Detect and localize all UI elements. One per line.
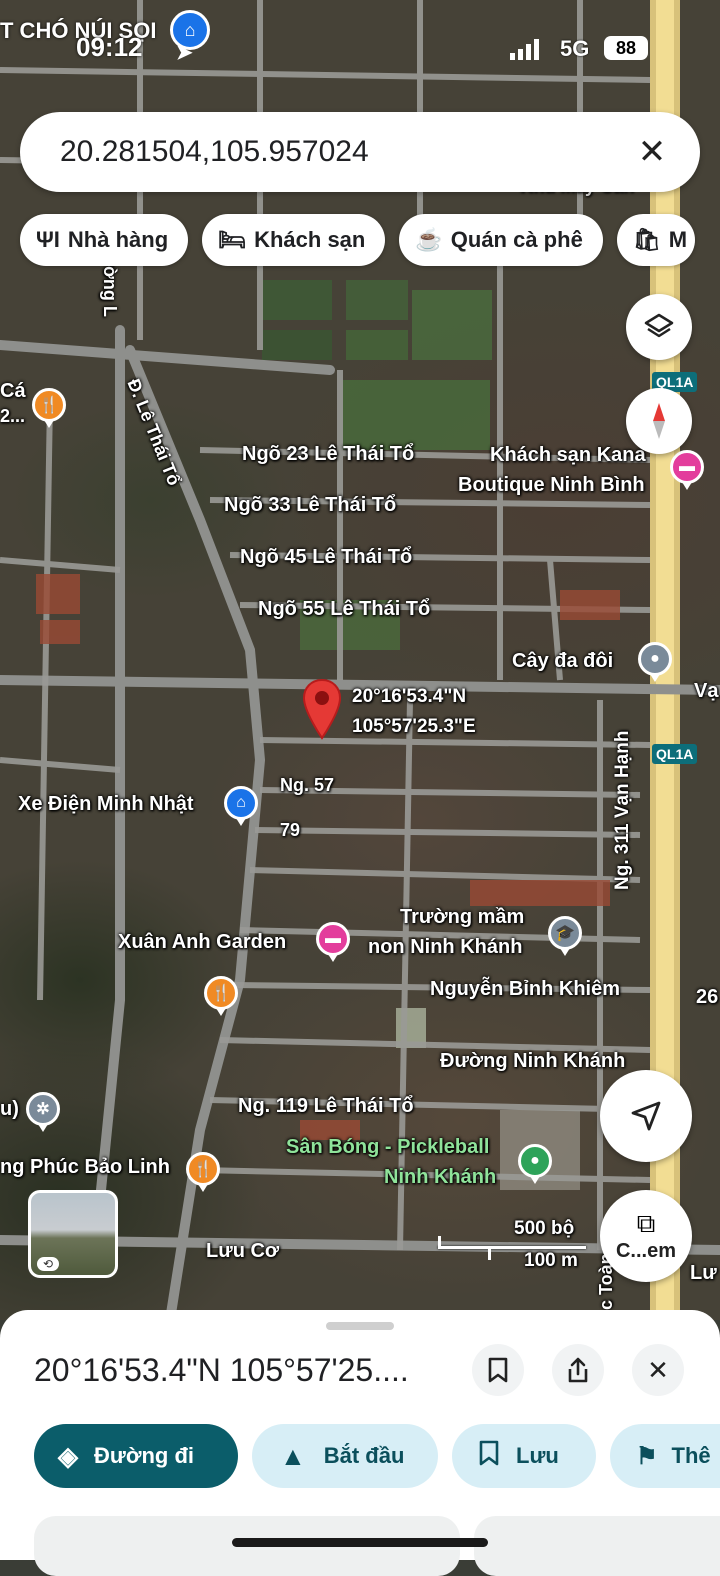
place-sheet[interactable]: 20°16'53.4"N 105°57'25.... ✕ ◈ Đường đi … xyxy=(0,1310,720,1576)
add-label-text: Thê xyxy=(671,1443,711,1468)
status-bar: T CHÓ NÚI SỌI ⌂ 09:12 ➤ 5G 88 xyxy=(0,10,720,64)
street-view-thumbnail[interactable]: ⟲ xyxy=(28,1190,118,1278)
restaurant-pin-icon[interactable]: 🍴 xyxy=(32,388,66,428)
restaurant-pin-icon[interactable]: 🍴 xyxy=(186,1152,220,1192)
bookmark-icon xyxy=(488,1357,508,1383)
share-icon xyxy=(568,1357,588,1383)
scale-top-label: 500 bộ xyxy=(514,1218,575,1239)
navigation-arrow-icon xyxy=(631,1101,661,1131)
highway-badge: QL1A xyxy=(652,744,698,764)
street-label: 79 xyxy=(280,820,301,840)
street-label: 26 xyxy=(696,986,719,1008)
directions-label: Đường đi xyxy=(94,1443,194,1468)
street-label: Nguyễn Bỉnh Khiêm xyxy=(430,978,621,1000)
temple-pin-icon[interactable]: ✲ xyxy=(26,1092,60,1132)
search-bar[interactable]: 20.281504,105.957024 ✕ xyxy=(20,112,700,192)
start-button[interactable]: ▲ Bắt đầu xyxy=(252,1424,438,1488)
restaurant-pin-icon[interactable]: 🍴 xyxy=(204,976,238,1016)
scale-bottom-label: 100 m xyxy=(524,1250,578,1271)
shop-pin-icon[interactable]: ⌂ xyxy=(224,786,258,826)
place-label[interactable]: non Ninh Khánh xyxy=(368,936,522,959)
shopping-icon: 🛍 xyxy=(632,227,661,252)
layers-button[interactable] xyxy=(626,294,692,360)
save-button[interactable] xyxy=(472,1344,524,1396)
directions-button[interactable]: ◈ Đường đi xyxy=(34,1424,238,1488)
flag-icon: ⚑ xyxy=(636,1442,658,1470)
category-chips: ΨΙ Nhà hàng 🛏 Khách sạn ☕ Quán cà phê 🛍 … xyxy=(20,214,696,266)
sheet-drag-handle[interactable] xyxy=(326,1322,394,1330)
street-label: Đường Ninh Khánh xyxy=(440,1050,626,1072)
camera-button[interactable]: ⧉ C...em xyxy=(600,1190,692,1282)
pin-latitude: 20°16'53.4"N xyxy=(352,686,467,707)
save-label: Lưu xyxy=(516,1443,559,1468)
place-label[interactable]: Khách sạn Kana xyxy=(490,444,646,467)
chip-restaurants[interactable]: ΨΙ Nhà hàng xyxy=(20,214,189,266)
my-location-button[interactable] xyxy=(600,1070,692,1162)
restaurant-icon: ΨΙ xyxy=(36,227,60,252)
street-label: Lư xyxy=(690,1262,717,1284)
school-pin-icon[interactable]: 🎓 xyxy=(548,916,582,956)
chip-label: Nhà hàng xyxy=(67,227,169,252)
coffee-icon: ☕ xyxy=(415,227,443,252)
place-label[interactable]: Sân Bóng - Pickleball xyxy=(286,1136,489,1159)
layers-icon xyxy=(644,313,674,338)
place-label[interactable]: Xuân Anh Garden xyxy=(118,931,286,954)
hotel-pin-icon[interactable]: ▬ xyxy=(316,922,350,962)
map-scale: 500 bộ 100 m xyxy=(438,1218,588,1271)
chip-hotels[interactable]: 🛏 Khách sạn xyxy=(202,214,386,266)
chip-shopping[interactable]: 🛍 M xyxy=(616,214,696,266)
rotate-icon: ⟲ xyxy=(37,1257,59,1271)
place-title: 20°16'53.4"N 105°57'25.... xyxy=(34,1352,409,1388)
park-pin-icon[interactable]: ● xyxy=(518,1144,552,1184)
street-label: Ng. 119 Lê Thái Tổ xyxy=(238,1095,414,1117)
landmark-pin-icon[interactable]: ● xyxy=(638,642,672,682)
share-button[interactable] xyxy=(552,1344,604,1396)
close-icon[interactable]: ✕ xyxy=(632,132,672,172)
directions-icon: ◈ xyxy=(58,1440,78,1471)
navigation-arrow-icon: ▲ xyxy=(280,1440,306,1471)
close-icon[interactable]: ✕ xyxy=(632,1344,684,1396)
place-label[interactable]: Ninh Khánh xyxy=(384,1166,496,1189)
street-label: Ngõ 33 Lê Thái Tổ xyxy=(224,494,397,516)
bookmark-icon xyxy=(478,1440,500,1472)
signal-icon xyxy=(510,38,539,60)
compass-icon xyxy=(653,403,665,439)
street-label: Vạ xyxy=(694,680,719,702)
place-label: 2... xyxy=(0,406,26,426)
street-label: Ngõ 23 Lê Thái Tổ xyxy=(242,443,415,465)
pin-longitude: 105°57'25.3"E xyxy=(352,716,476,737)
save-place-button[interactable]: Lưu xyxy=(452,1424,596,1488)
street-label: Ng. 57 xyxy=(280,775,335,795)
compass-button[interactable] xyxy=(626,388,692,454)
chip-label: Khách sạn xyxy=(254,227,366,252)
place-label[interactable]: ng Phúc Bảo Linh xyxy=(0,1156,170,1179)
place-label[interactable]: Cá xyxy=(0,380,26,403)
place-label[interactable]: Trường mầm xyxy=(400,906,524,929)
network-label: 5G xyxy=(560,36,590,61)
status-time: 09:12 xyxy=(76,32,143,62)
location-pin-icon[interactable] xyxy=(302,678,342,740)
battery-icon: 88 xyxy=(604,36,648,60)
place-label[interactable]: Xe Điện Minh Nhật xyxy=(18,793,194,816)
hotel-icon: 🛏 xyxy=(218,227,247,252)
chip-label: Quán cà phê xyxy=(450,227,583,252)
search-input[interactable]: 20.281504,105.957024 xyxy=(60,135,632,169)
add-label-button[interactable]: ⚑ Thê xyxy=(610,1424,720,1488)
info-card[interactable] xyxy=(474,1516,720,1576)
location-arrow-icon: ➤ xyxy=(176,42,193,64)
place-label[interactable]: Boutique Ninh Bình xyxy=(458,474,645,497)
start-label: Bắt đầu xyxy=(323,1443,405,1468)
chip-coffee[interactable]: ☕ Quán cà phê xyxy=(399,214,603,266)
street-label: Ngõ 55 Lê Thái Tổ xyxy=(258,598,431,620)
hotel-pin-icon[interactable]: ▬ xyxy=(670,450,704,490)
place-label[interactable]: Cây đa đôi xyxy=(512,650,613,673)
home-indicator xyxy=(232,1538,488,1547)
street-label: Lưu Cơ xyxy=(206,1240,280,1262)
camera-icon: ⧉ xyxy=(636,1207,656,1238)
street-label: Ngõ 45 Lê Thái Tổ xyxy=(240,546,413,568)
camera-label: C...em xyxy=(615,1239,677,1262)
street-label: Ng. 311 Vạn Hạnh xyxy=(612,730,633,890)
chip-label: M xyxy=(668,227,688,252)
place-label: u) xyxy=(0,1098,19,1120)
